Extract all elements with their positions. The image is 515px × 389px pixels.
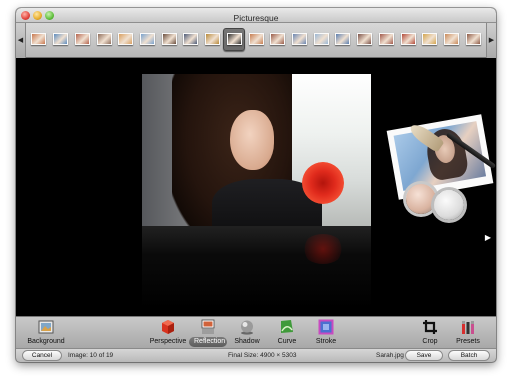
- thumbnail[interactable]: [401, 33, 416, 45]
- right-triangle-icon: ▶: [488, 37, 495, 44]
- thumbnail[interactable]: [162, 33, 177, 45]
- picturesque-app-icon: [372, 114, 497, 223]
- thumbnail[interactable]: [379, 33, 394, 45]
- curve-tool[interactable]: Curve: [272, 319, 302, 349]
- thumbnail[interactable]: [140, 33, 155, 45]
- curve-icon: [281, 320, 293, 333]
- thumbnail[interactable]: [227, 33, 242, 45]
- preview-photo: [142, 74, 371, 226]
- thumbnail[interactable]: [357, 33, 372, 45]
- thumbnail-strip: ◀ ▶: [16, 23, 496, 58]
- perspective-cube-icon: [162, 320, 174, 334]
- photo-reflection: [142, 226, 371, 308]
- batch-save-button[interactable]: Batch Save...: [448, 350, 490, 361]
- thumbnail[interactable]: [53, 33, 68, 45]
- thumbnail[interactable]: [466, 33, 481, 45]
- close-window-button[interactable]: [21, 11, 30, 20]
- shadow-tool[interactable]: Shadow: [232, 319, 262, 349]
- filename-label: Sarah.jpg: [376, 352, 404, 359]
- thumbnail[interactable]: [292, 33, 307, 45]
- thumbnail-prev-button[interactable]: ◀: [16, 23, 26, 58]
- reflection-tool[interactable]: Reflection: [189, 319, 227, 349]
- reflection-icon: [201, 319, 215, 334]
- thumbnail[interactable]: [75, 33, 90, 45]
- window-title: Picturesque: [233, 13, 279, 23]
- thumbnail[interactable]: [183, 33, 198, 45]
- red-flower: [302, 162, 344, 204]
- crop-icon: [423, 320, 437, 334]
- silver-compact: [434, 190, 464, 220]
- thumbnail[interactable]: [422, 33, 437, 45]
- thumbnail-list: [28, 23, 484, 58]
- thumbnail[interactable]: [444, 33, 459, 45]
- stroke-tool[interactable]: Stroke: [311, 319, 341, 349]
- thumbnail[interactable]: [270, 33, 285, 45]
- canvas-next-button[interactable]: ▶: [484, 233, 492, 242]
- left-triangle-icon: ◀: [17, 37, 24, 44]
- save-as-button[interactable]: Save As...: [405, 350, 443, 361]
- perspective-tool[interactable]: Perspective: [147, 319, 189, 349]
- zoom-window-button[interactable]: [45, 11, 54, 20]
- thumbnail[interactable]: [314, 33, 329, 45]
- minimize-window-button[interactable]: [33, 11, 42, 20]
- effects-toolbar: Background Perspective Reflection Shadow…: [16, 316, 496, 348]
- thumbnail[interactable]: [249, 33, 264, 45]
- thumbnail-next-button[interactable]: ▶: [486, 23, 496, 58]
- presets-paint-tubes-icon: [462, 321, 474, 334]
- status-bar: Cancel Image: 10 of 19 Final Size: 4900 …: [16, 348, 496, 362]
- thumbnail[interactable]: [335, 33, 350, 45]
- image-counter: Image: 10 of 19: [68, 352, 114, 359]
- thumbnail[interactable]: [118, 33, 133, 45]
- crop-tool[interactable]: Crop: [418, 319, 442, 349]
- background-icon: [38, 320, 54, 334]
- cancel-button[interactable]: Cancel: [22, 350, 62, 361]
- stroke-icon: [318, 319, 334, 335]
- thumbnail[interactable]: [31, 33, 46, 45]
- shadow-sphere-icon: [241, 320, 253, 335]
- powder-compact: [406, 184, 436, 214]
- thumbnail[interactable]: [205, 33, 220, 45]
- presets-tool[interactable]: Presets: [453, 319, 483, 349]
- thumbnail[interactable]: [97, 33, 112, 45]
- title-bar: Picturesque: [16, 8, 496, 23]
- right-triangle-icon: ▶: [484, 233, 492, 242]
- background-tool[interactable]: Background: [26, 319, 66, 349]
- final-size-label: Final Size: 4900 × 5303: [228, 352, 297, 359]
